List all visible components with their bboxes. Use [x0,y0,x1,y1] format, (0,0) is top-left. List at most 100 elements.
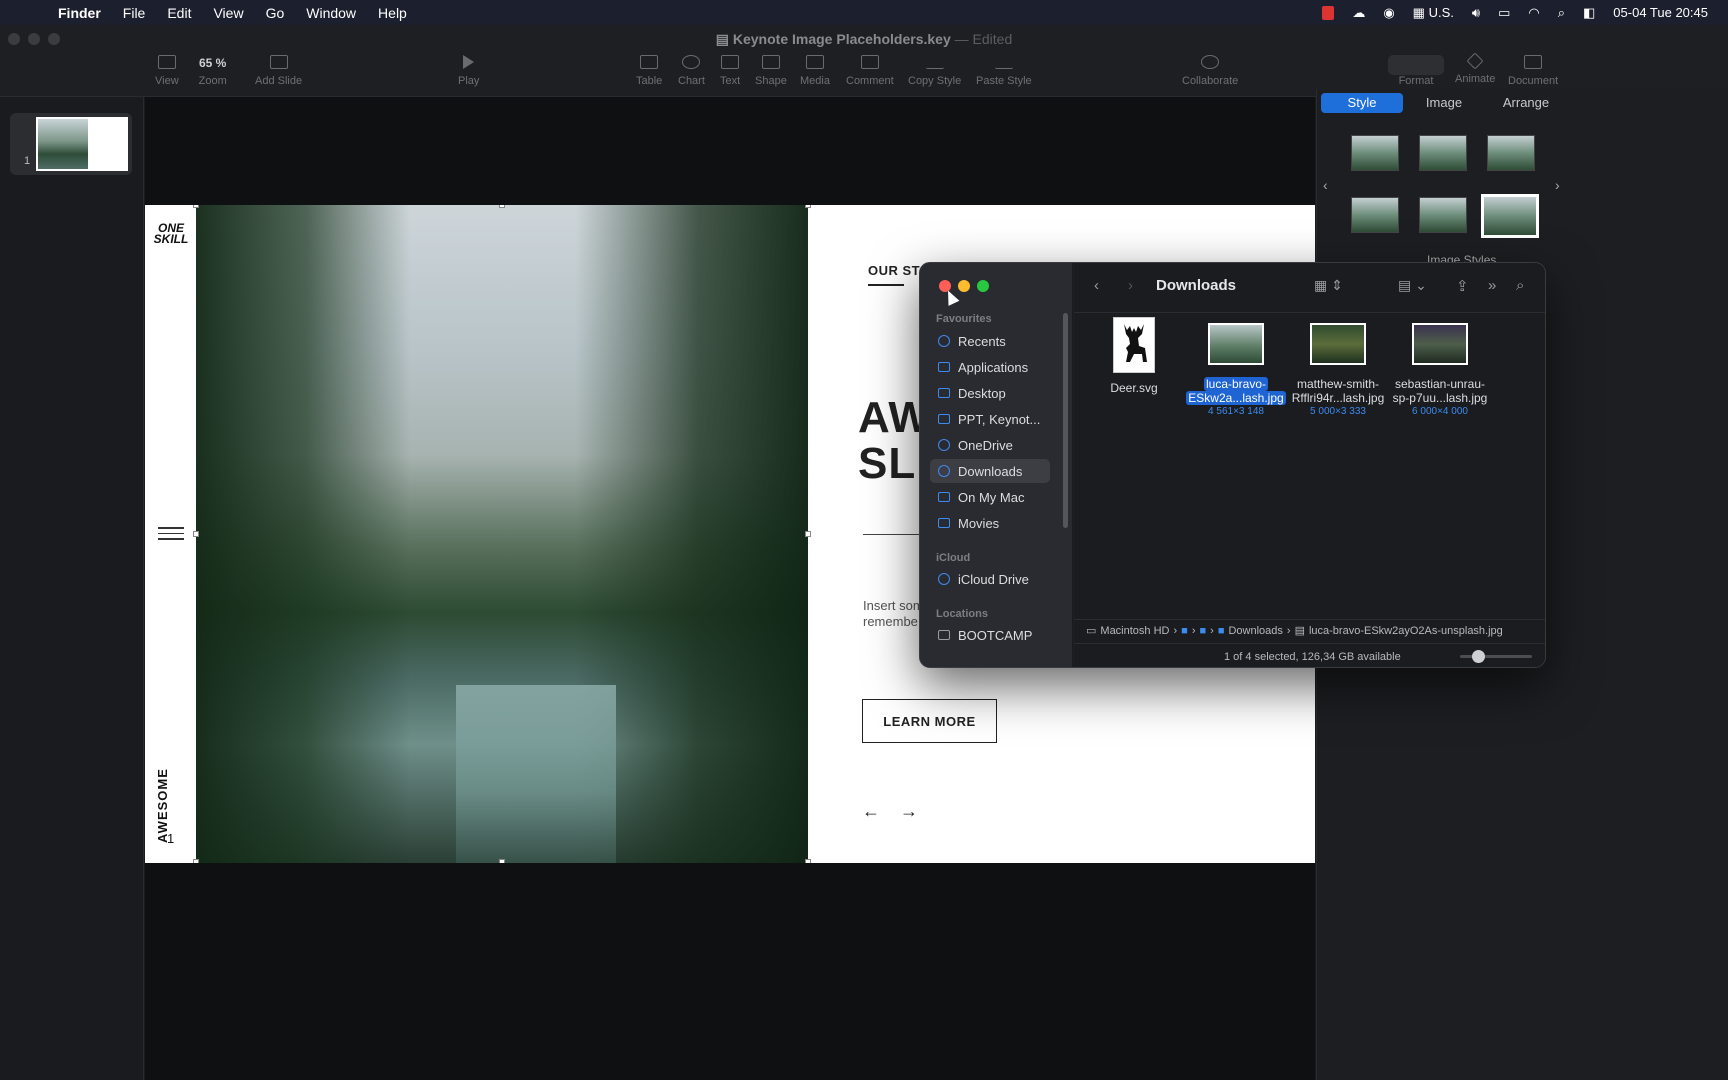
learn-more-button[interactable]: LEARN MORE [862,699,997,743]
sidebar-item-recents[interactable]: Recents [930,329,1050,353]
icon-view-icon[interactable]: ▦ ⇕ [1314,277,1343,294]
menu-edit[interactable]: Edit [167,5,191,21]
file-name: sebastian-unrau-sp-p7uu...lash.jpg [1392,377,1488,405]
image-style-swatch[interactable] [1351,135,1399,171]
clock[interactable]: 05-04 Tue 20:45 [1613,5,1708,20]
selection-handle[interactable] [193,205,199,208]
more-chevron-icon[interactable]: » [1488,277,1496,294]
finder-minimize-button[interactable] [958,280,970,292]
forest-lake-image-placeholder[interactable] [196,205,808,863]
cloud-icon[interactable]: ☁ [1352,5,1365,21]
file-item-selected[interactable]: luca-bravo- ESkw2a...lash.jpg 4 561×3 148 [1186,323,1286,417]
input-source[interactable]: ▦ U.S. [1413,5,1454,21]
sidebar-item-desktop[interactable]: Desktop [930,381,1050,405]
finder-zoom-button[interactable] [977,280,989,292]
icon-size-slider[interactable] [1460,650,1532,663]
chevron-right-icon[interactable]: › [1555,177,1560,193]
add-slide-button[interactable]: Add Slide [255,55,302,87]
paste-style-button[interactable]: Paste Style [976,55,1032,87]
format-button[interactable]: Format [1388,55,1444,87]
path-file[interactable]: luca-bravo-ESkw2ayO2As-unsplash.jpg [1309,625,1503,637]
sidebar-header-icloud: iCloud [936,552,971,564]
file-item[interactable]: matthew-smith- Rfflri94r...lash.jpg 5 000… [1288,323,1388,417]
media-label: Media [800,75,830,87]
control-center-icon[interactable]: ◧ [1583,5,1595,21]
menu-file[interactable]: File [123,5,146,21]
menu-app-name[interactable]: Finder [58,5,101,21]
menu-window[interactable]: Window [306,5,356,21]
sidebar-item-downloads[interactable]: Downloads [930,459,1050,483]
menu-go[interactable]: Go [266,5,285,21]
folder-icon[interactable]: ■ [1181,625,1188,637]
tab-arrange[interactable]: Arrange [1485,93,1567,113]
tab-style[interactable]: Style [1321,93,1403,113]
selection-handle[interactable] [499,205,505,208]
group-by-icon[interactable]: ▤ ⌄ [1398,277,1427,294]
tab-image[interactable]: Image [1403,93,1485,113]
copy-style-label: Copy Style [908,75,962,87]
arrow-left-icon[interactable]: ← [862,801,880,822]
slide-logo[interactable]: ONE SKILL [153,222,189,245]
slide-thumbnail[interactable]: 1 [10,113,132,175]
forward-chevron-icon[interactable]: › [1128,277,1133,294]
selection-handle[interactable] [805,859,811,863]
text-button[interactable]: Text [720,55,740,87]
sidebar-item-icloud-drive[interactable]: iCloud Drive [930,567,1050,591]
file-item[interactable]: sebastian-unrau-sp-p7uu...lash.jpg 6 000… [1390,323,1490,417]
image-style-swatch[interactable] [1351,197,1399,233]
folder-icon[interactable]: ■ [1199,625,1206,637]
chart-button[interactable]: Chart [678,55,705,87]
sidebar-item-ppt-keynote[interactable]: PPT, Keynot... [930,407,1050,431]
collaborate-button[interactable]: Collaborate [1182,55,1238,87]
volume-icon[interactable]: 🔊︎ [1472,5,1480,21]
sidebar-item-onedrive[interactable]: OneDrive [930,433,1050,457]
table-button[interactable]: Table [636,55,662,87]
sidebar-item-movies[interactable]: Movies [930,511,1050,535]
chevron-left-icon[interactable]: ‹ [1323,177,1328,193]
menu-view[interactable]: View [213,5,243,21]
copy-style-button[interactable]: Copy Style [908,55,961,87]
sidebar-item-applications[interactable]: Applications [930,355,1050,379]
image-style-swatch[interactable] [1419,197,1467,233]
path-folder[interactable]: Downloads [1228,625,1282,637]
play-button[interactable]: Play [458,55,479,87]
selection-handle[interactable] [193,859,199,863]
selection-handle[interactable] [193,531,199,537]
spotlight-search-icon[interactable]: ⌕ [1558,5,1565,21]
comment-button[interactable]: Comment [846,55,894,87]
menu-help[interactable]: Help [378,5,407,21]
hamburger-menu-icon[interactable] [158,527,184,544]
zoom-control[interactable]: 65 % Zoom [193,55,232,87]
sidebar-item-label: Downloads [958,463,1023,479]
sidebar-scrollbar[interactable] [1063,313,1068,528]
play-circle-icon[interactable]: ◉ [1383,5,1394,21]
media-button[interactable]: Media [800,55,830,87]
paste-style-icon [994,55,1013,69]
search-icon[interactable]: ⌕ [1516,277,1524,294]
image-style-swatch[interactable] [1487,135,1535,171]
animate-button[interactable]: Animate [1455,52,1495,85]
selection-handle[interactable] [805,531,811,537]
slide-page-number[interactable]: 1 [167,831,174,846]
arrow-right-icon[interactable]: → [900,801,918,822]
path-root[interactable]: Macintosh HD [1100,625,1169,637]
document-button[interactable]: Document [1508,55,1558,87]
back-chevron-icon[interactable]: ‹ [1094,277,1099,294]
app-status-icon[interactable] [1322,5,1335,20]
slider-knob[interactable] [1472,650,1485,663]
file-item[interactable]: Deer.svg [1084,317,1184,395]
selection-handle[interactable] [805,205,811,208]
image-style-swatch[interactable] [1419,135,1467,171]
slide-thumbnail-number: 1 [24,155,31,167]
wifi-icon[interactable]: ◠ [1528,5,1539,21]
shape-button[interactable]: Shape [755,55,787,87]
view-button[interactable]: View [155,55,179,87]
image-style-swatch-selected[interactable] [1481,194,1539,238]
zoom-value[interactable]: 65 % [193,55,232,71]
sidebar-item-bootcamp[interactable]: BOOTCAMP [930,623,1050,647]
folder-icon [938,492,950,502]
selection-handle[interactable] [499,859,505,863]
battery-icon[interactable]: ▭ [1498,5,1510,21]
sidebar-item-on-my-mac[interactable]: On My Mac [930,485,1050,509]
share-icon[interactable]: ⇪ [1456,277,1469,295]
